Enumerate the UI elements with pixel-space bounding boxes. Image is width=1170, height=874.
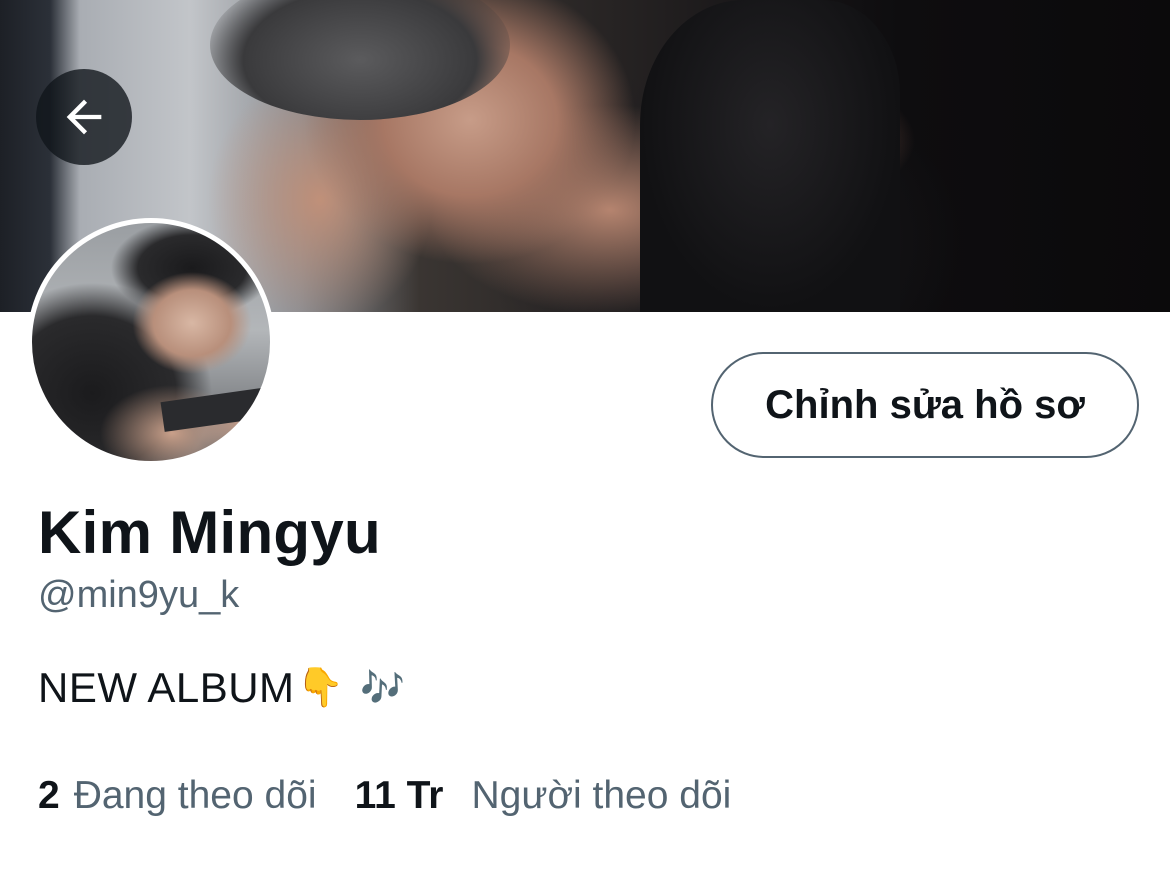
user-handle: @min9yu_k: [38, 574, 240, 616]
banner-photo-detail: [640, 0, 900, 312]
edit-profile-label: Chỉnh sửa hồ sơ: [765, 382, 1085, 427]
profile-avatar[interactable]: [27, 218, 275, 466]
profile-bio: NEW ALBUM 👇 🎶: [38, 664, 406, 712]
bio-text: NEW ALBUM: [38, 664, 295, 711]
music-notes-emoji: 🎶: [360, 667, 406, 708]
followers-count: 11 Tr: [354, 774, 444, 817]
follow-stats: 2 Đang theo dõi 11 Tr Người theo dõi: [38, 774, 731, 818]
following-link[interactable]: 2 Đang theo dõi: [38, 774, 317, 818]
following-count: 2: [38, 774, 60, 817]
edit-profile-button[interactable]: Chỉnh sửa hồ sơ: [711, 352, 1139, 458]
followers-link[interactable]: 11 Tr Người theo dõi: [355, 774, 732, 818]
avatar-photo-detail: [160, 384, 270, 432]
back-button[interactable]: [36, 69, 132, 165]
arrow-left-icon: [66, 99, 102, 135]
banner-photo-detail: [210, 0, 510, 120]
profile-page: Chỉnh sửa hồ sơ Kim Mingyu @min9yu_k NEW…: [0, 0, 1170, 874]
display-name: Kim Mingyu: [38, 499, 381, 566]
followers-label: Người theo dõi: [471, 774, 732, 817]
pointing-down-emoji: 👇: [296, 667, 345, 709]
following-label: Đang theo dõi: [73, 774, 317, 817]
